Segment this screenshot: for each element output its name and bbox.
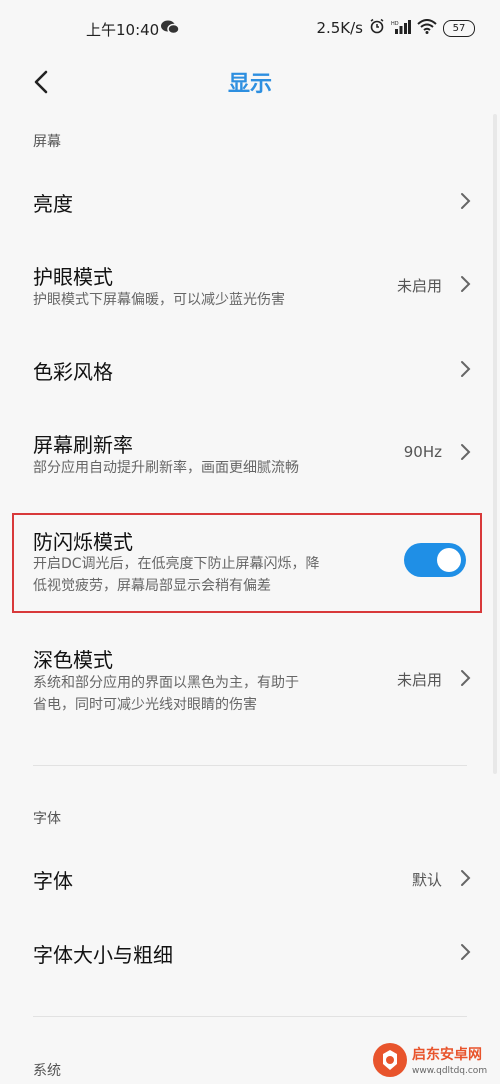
row-subtitle-dark-mode-line2: 省电，同时可减少光线对眼睛的伤害: [33, 697, 257, 713]
chevron-right-icon: [461, 870, 471, 886]
watermark-logo: 启东安卓网 www.qdltdq.com: [373, 1043, 487, 1077]
row-color-style[interactable]: 色彩风格: [0, 340, 500, 400]
chevron-right-icon: [461, 444, 471, 460]
net-speed: 2.5K/s: [316, 19, 363, 37]
divider: [33, 765, 467, 766]
chevron-right-icon: [461, 276, 471, 292]
scrollbar[interactable]: [493, 114, 497, 774]
anti-flicker-toggle[interactable]: [404, 543, 466, 577]
row-brightness[interactable]: 亮度: [0, 172, 500, 232]
section-title-font: 字体: [33, 811, 61, 827]
row-value-font: 默认: [411, 871, 442, 889]
chevron-right-icon: [461, 361, 471, 377]
row-subtitle-refresh-rate: 部分应用自动提升刷新率，画面更细腻流畅: [33, 460, 299, 476]
status-bar: 上午10:40 2.5K/s HD 57: [0, 0, 500, 58]
svg-text:www.qdltdq.com: www.qdltdq.com: [412, 1066, 487, 1076]
row-title-dark-mode: 深色模式: [33, 648, 113, 672]
row-subtitle-anti-flicker-line1: 开启DC调光后，在低亮度下防止屏幕闪烁，降: [33, 556, 320, 572]
row-title-eye-mode: 护眼模式: [33, 265, 113, 289]
row-title-color-style: 色彩风格: [33, 360, 113, 384]
svg-text:HD: HD: [391, 21, 399, 27]
chevron-right-icon: [461, 193, 471, 209]
row-font-size[interactable]: 字体大小与粗细: [0, 924, 500, 984]
chevron-right-icon: [461, 944, 471, 960]
signal-icon: HD: [391, 19, 411, 38]
status-right-group: 2.5K/s HD 57: [316, 18, 475, 38]
section-title-screen: 屏幕: [33, 134, 61, 150]
row-font[interactable]: 字体 默认: [0, 850, 500, 910]
row-subtitle-eye-mode: 护眼模式下屏幕偏暖，可以减少蓝光伤害: [33, 292, 285, 308]
row-subtitle-anti-flicker-line2: 低视觉疲劳，屏幕局部显示会稍有偏差: [33, 578, 271, 594]
row-title-refresh-rate: 屏幕刷新率: [33, 433, 133, 457]
wechat-icon: [160, 19, 180, 39]
section-title-system: 系统: [33, 1063, 61, 1079]
row-dark-mode[interactable]: 深色模式 系统和部分应用的界面以黑色为主，有助于 省电，同时可减少光线对眼睛的伤…: [0, 642, 500, 722]
chevron-right-icon: [461, 670, 471, 686]
svg-text:启东安卓网: 启东安卓网: [412, 1046, 482, 1063]
row-value-dark-mode: 未启用: [396, 671, 442, 689]
row-value-refresh-rate: 90Hz: [403, 443, 442, 461]
wifi-icon: [417, 18, 437, 38]
page-title: 显示: [227, 72, 272, 97]
row-refresh-rate[interactable]: 屏幕刷新率 部分应用自动提升刷新率，画面更细腻流畅 90Hz: [0, 420, 500, 490]
battery-icon: 57: [443, 19, 475, 37]
row-title-brightness: 亮度: [33, 192, 73, 216]
row-eye-mode[interactable]: 护眼模式 护眼模式下屏幕偏暖，可以减少蓝光伤害 未启用: [0, 252, 500, 322]
row-title-font: 字体: [33, 869, 73, 893]
nav-bar: 显示: [0, 58, 500, 106]
row-value-eye-mode: 未启用: [396, 277, 442, 295]
status-time: 上午10:40: [86, 21, 160, 39]
row-title-anti-flicker: 防闪烁模式: [33, 530, 133, 554]
row-title-font-size: 字体大小与粗细: [33, 943, 173, 967]
toggle-knob: [437, 548, 461, 572]
row-subtitle-dark-mode-line1: 系统和部分应用的界面以黑色为主，有助于: [33, 675, 299, 691]
divider: [33, 1016, 467, 1017]
alarm-icon: [369, 18, 385, 38]
